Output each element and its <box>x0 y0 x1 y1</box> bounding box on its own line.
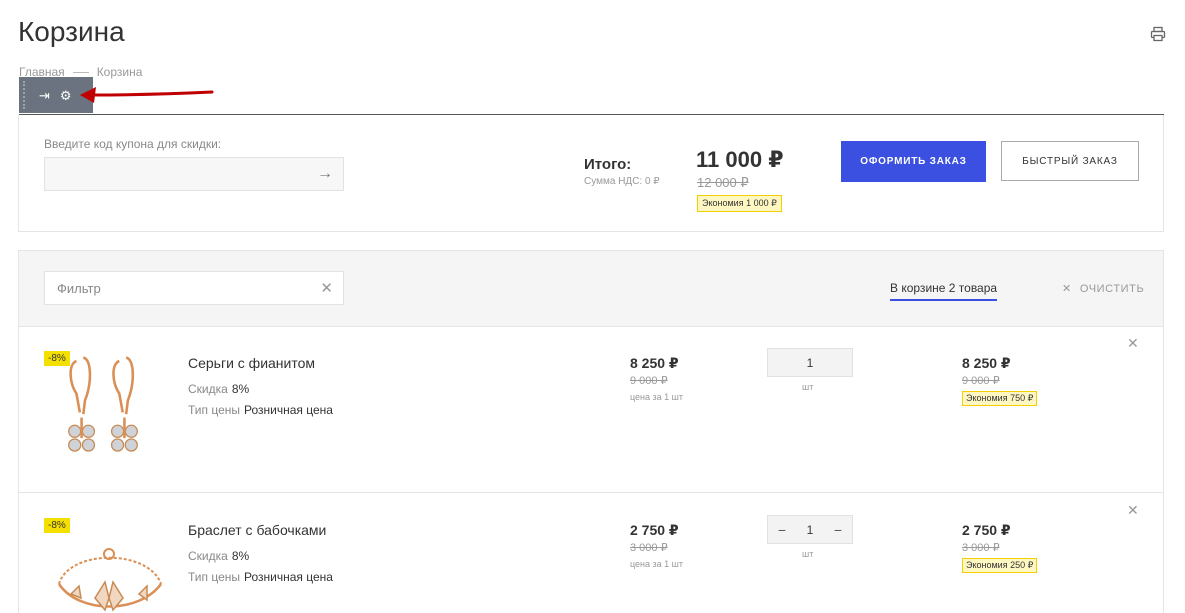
plus-icon[interactable]: − <box>832 522 844 538</box>
quantity-unit: шт <box>802 382 814 392</box>
unit-price: 2 750 ₽ <box>630 522 679 538</box>
price-type-label: Тип цены <box>188 403 241 417</box>
discount-label: Скидка <box>188 382 228 396</box>
cart-item: -8% Серьги с фианитом Скидка 8% Тип цены… <box>19 327 1163 493</box>
breadcrumb-current: Корзина <box>96 65 143 79</box>
arrow-right-icon[interactable]: → <box>317 165 333 183</box>
quantity-value[interactable]: 1 <box>807 523 814 537</box>
remove-item-icon[interactable]: ✕ <box>1127 502 1139 519</box>
line-total-old: 9 000 ₽ <box>962 375 1000 387</box>
price-type-value: Розничная цена <box>244 570 333 584</box>
product-image-bracelet[interactable] <box>49 514 169 613</box>
line-total: 8 250 ₽ <box>962 355 1011 371</box>
quantity-value[interactable]: 1 <box>807 356 814 370</box>
pin-icon[interactable]: ⇥ <box>39 89 50 102</box>
economy-badge: Экономия 750 ₽ <box>962 391 1038 406</box>
unit-old-price: 9 000 ₽ <box>630 375 668 387</box>
filter-placeholder: Фильтр <box>57 280 101 296</box>
product-name[interactable]: Браслет с бабочками <box>188 522 326 538</box>
vat-label: Сумма НДС: 0 ₽ <box>584 176 660 187</box>
page-title: Корзина <box>18 16 125 47</box>
filter-input[interactable]: Фильтр ✕ <box>44 271 344 305</box>
breadcrumb-separator <box>72 71 89 73</box>
minus-icon[interactable]: − <box>776 522 788 538</box>
line-total-old: 3 000 ₽ <box>962 542 1000 554</box>
total-old-price: 12 000 ₽ <box>697 175 749 190</box>
clear-cart-label: ОЧИСТИТЬ <box>1079 282 1145 295</box>
unit-price: 8 250 ₽ <box>630 355 679 371</box>
annotation-arrow <box>80 87 214 103</box>
coupon-label: Введите код купона для скидки: <box>44 137 222 151</box>
product-image-earrings[interactable] <box>49 349 169 469</box>
discount-value: 8% <box>231 549 250 563</box>
price-type-value: Розничная цена <box>244 403 333 417</box>
discount-prop: Скидка 8% <box>188 382 249 396</box>
unit-price-caption: цена за 1 шт <box>630 392 684 402</box>
price-type-prop: Тип цены Розничная цена <box>188 403 333 417</box>
close-icon: ✕ <box>1062 283 1072 295</box>
quick-order-button[interactable]: БЫСТРЫЙ ЗАКАЗ <box>1001 141 1139 181</box>
tab-in-cart[interactable]: В корзине 2 товара <box>890 281 998 301</box>
clear-cart-button[interactable]: ✕ ОЧИСТИТЬ <box>1062 282 1145 296</box>
gear-icon[interactable]: ⚙ <box>60 89 72 102</box>
quantity-stepper[interactable]: − 1 − <box>767 515 853 544</box>
quantity-unit: шт <box>802 549 814 559</box>
cart-header: Фильтр ✕ В корзине 2 товара ✕ ОЧИСТИТЬ <box>19 251 1163 327</box>
order-summary: Введите код купона для скидки: → Итого: … <box>18 115 1164 232</box>
print-icon[interactable] <box>1150 26 1166 42</box>
economy-badge: Экономия 250 ₽ <box>962 558 1038 573</box>
discount-prop: Скидка 8% <box>188 549 249 563</box>
price-type-label: Тип цены <box>188 570 241 584</box>
remove-item-icon[interactable]: ✕ <box>1127 335 1139 352</box>
discount-value: 8% <box>231 382 250 396</box>
total-price: 11 000 ₽ <box>696 147 784 172</box>
drag-handle-icon[interactable] <box>23 81 26 109</box>
line-total: 2 750 ₽ <box>962 522 1011 538</box>
unit-price-caption: цена за 1 шт <box>630 559 684 569</box>
close-icon[interactable]: ✕ <box>320 279 333 297</box>
coupon-input[interactable]: → <box>44 157 344 191</box>
checkout-button[interactable]: ОФОРМИТЬ ЗАКАЗ <box>841 141 986 182</box>
product-name[interactable]: Серьги с фианитом <box>188 355 315 371</box>
unit-old-price: 3 000 ₽ <box>630 542 668 554</box>
total-label: Итого: <box>584 156 632 173</box>
cart-list: Фильтр ✕ В корзине 2 товара ✕ ОЧИСТИТЬ -… <box>18 250 1164 613</box>
quantity-stepper[interactable]: 1 <box>767 348 853 377</box>
total-economy-badge: Экономия 1 000 ₽ <box>697 195 782 212</box>
cart-item: -8% Браслет с бабочками Скидка 8% Тип цен… <box>19 494 1163 613</box>
price-type-prop: Тип цены Розничная цена <box>188 570 333 584</box>
discount-label: Скидка <box>188 549 228 563</box>
